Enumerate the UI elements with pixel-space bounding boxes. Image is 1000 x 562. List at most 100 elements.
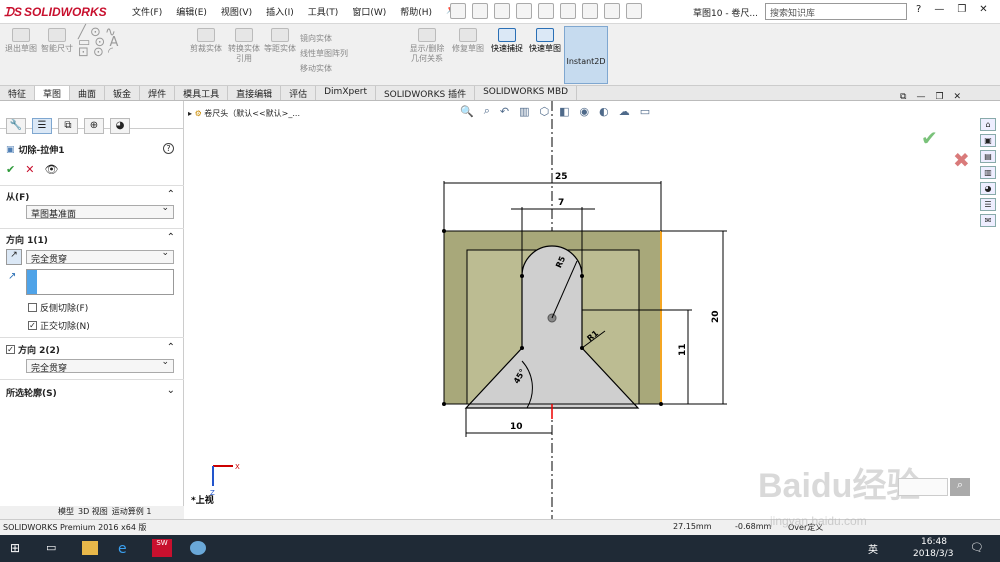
quick-snaps-button[interactable]: 快速捕捉	[490, 28, 524, 54]
normal-cut-checkbox[interactable]: ✓ 正交切除(N)	[28, 319, 90, 332]
menu-window[interactable]: 窗口(W)	[352, 5, 386, 18]
search-input[interactable]: 搜索知识库	[765, 3, 907, 20]
hide-show-icon[interactable]: ◉	[580, 105, 590, 118]
restore-button[interactable]: ❐	[957, 4, 966, 15]
windows-start-icon[interactable]: ⊞	[10, 541, 26, 555]
edge-browser-icon[interactable]: e	[118, 541, 134, 557]
tab-mold-tools[interactable]: 模具工具	[175, 86, 229, 100]
file-explorer-taskbar-icon[interactable]	[82, 541, 98, 555]
from-section-label[interactable]: 从(F)	[6, 190, 29, 203]
tab-dimxpert[interactable]: DimXpert	[316, 86, 376, 100]
dim-7-label[interactable]: 7	[558, 198, 564, 208]
tab-sketch[interactable]: 草图	[35, 86, 71, 100]
sketch-entities-group[interactable]: ╱ ⊙ ∿ ▭ ⊙ A ⊡ ⊙ ◜	[78, 26, 178, 59]
sketch-point[interactable]	[580, 274, 584, 278]
rebuild-icon[interactable]	[582, 3, 598, 19]
sketch-point[interactable]	[442, 402, 446, 406]
property-manager-tab-icon[interactable]: ☰	[32, 118, 52, 134]
previous-view-icon[interactable]: ↶	[500, 105, 509, 118]
watermark-search-icon[interactable]: ⌕	[950, 478, 970, 496]
forum-icon[interactable]: ✉	[980, 214, 996, 227]
tab-surfaces[interactable]: 曲面	[70, 86, 106, 100]
tab-weldments[interactable]: 焊件	[140, 86, 176, 100]
sketch-point[interactable]	[520, 346, 524, 350]
repair-sketch-button[interactable]: 修复草图	[450, 28, 486, 54]
new-document-icon[interactable]	[450, 3, 466, 19]
from-select[interactable]: 草图基准面	[26, 203, 174, 220]
solidworks-taskbar-icon[interactable]: SW	[152, 539, 172, 557]
app-taskbar-icon[interactable]	[190, 541, 206, 555]
resources-icon[interactable]: ▣	[980, 134, 996, 147]
view-settings-icon[interactable]: ▭	[640, 105, 650, 118]
tab-mbd[interactable]: SOLIDWORKS MBD	[475, 86, 578, 100]
dim-20-label[interactable]: 20	[711, 310, 721, 323]
flip-side-cut-checkbox[interactable]: 反侧切除(F)	[28, 301, 88, 314]
tab-evaluate[interactable]: 评估	[281, 86, 317, 100]
file-explorer-icon[interactable]: ▥	[980, 166, 996, 179]
direction1-section-label[interactable]: 方向 1(1)	[6, 233, 48, 246]
smart-dimension-button[interactable]: 智能尺寸	[40, 28, 74, 54]
display-style-icon[interactable]: ◧	[559, 105, 569, 118]
convert-entities-button[interactable]: 转换实体引用	[226, 28, 262, 64]
graphics-area[interactable]: 25 7 R5 R1 20 11 10 45° ✔ ✖ X Z *上视	[185, 101, 978, 519]
ime-indicator[interactable]: 英	[868, 541, 878, 556]
end-condition-select[interactable]: 完全贯穿	[26, 248, 174, 265]
file-properties-icon[interactable]	[604, 3, 620, 19]
expand-contours-chevron-icon[interactable]: ⌄	[167, 385, 175, 396]
display-manager-tab-icon[interactable]: ◕	[110, 118, 130, 134]
sketch-canvas[interactable]: 25 7 R5 R1 20 11 10 45° ✔ ✖ X Z *上视	[185, 101, 978, 519]
close-button[interactable]: ✕	[979, 4, 987, 15]
tab-sheet-metal[interactable]: 钣金	[105, 86, 141, 100]
appearances-icon[interactable]: ◕	[980, 182, 996, 195]
edit-appearance-icon[interactable]: ◐	[599, 105, 609, 118]
viewport-restore-icon[interactable]: ⧉	[900, 92, 906, 102]
dim-25-label[interactable]: 25	[555, 172, 568, 182]
notification-icon[interactable]: 🗨	[970, 541, 984, 554]
direction2-section-header[interactable]: ✓ 方向 2(2)	[6, 343, 60, 356]
tab-direct-editing[interactable]: 直接编辑	[228, 86, 282, 100]
save-icon[interactable]	[494, 3, 510, 19]
task-view-icon[interactable]: ▭	[46, 541, 62, 555]
print-icon[interactable]	[516, 3, 532, 19]
reverse-direction-icon[interactable]: ↗	[6, 249, 22, 265]
tab-motion-study[interactable]: 运动算例 1	[112, 506, 152, 519]
open-icon[interactable]	[472, 3, 488, 19]
select-icon[interactable]	[560, 3, 576, 19]
help-icon[interactable]: ?	[916, 4, 921, 15]
sketch-point[interactable]	[442, 229, 446, 233]
solidworks-logo[interactable]: ᗪS SOLIDWORKS	[4, 4, 107, 20]
menu-edit[interactable]: 编辑(E)	[176, 5, 207, 18]
flyout-feature-tree[interactable]: ▸ ⚙ 卷尺头（默认<<默认>_...	[188, 108, 300, 119]
exit-sketch-button[interactable]: 退出草图	[4, 28, 38, 54]
expand-arrow-icon[interactable]: ▸	[188, 109, 192, 118]
tab-3d-view[interactable]: 3D 视图	[78, 506, 108, 519]
viewport-minimize-icon[interactable]: —	[916, 92, 925, 102]
collapse-direction2-chevron-icon[interactable]: ⌃	[167, 342, 175, 353]
undo-icon[interactable]	[538, 3, 554, 19]
collapse-direction1-chevron-icon[interactable]: ⌃	[167, 232, 175, 243]
instant2d-button[interactable]: Instant2D	[564, 26, 608, 84]
ok-check-icon[interactable]: ✔	[6, 163, 15, 176]
watermark-search-field[interactable]	[898, 478, 948, 496]
tab-model[interactable]: 模型	[58, 506, 74, 519]
menu-file[interactable]: 文件(F)	[132, 5, 162, 18]
dim-10-label[interactable]: 10	[510, 422, 523, 432]
flip-side-cut-box[interactable]	[28, 303, 37, 312]
direction-vector-field[interactable]	[26, 269, 174, 295]
help-icon[interactable]: ?	[163, 143, 174, 154]
home-icon[interactable]: ⌂	[980, 118, 996, 131]
viewport-maximize-icon[interactable]: ❐	[935, 92, 943, 102]
confirm-sketch-check-icon[interactable]: ✔	[921, 126, 938, 150]
sketch-point[interactable]	[659, 402, 663, 406]
design-library-icon[interactable]: ▤	[980, 150, 996, 163]
clock-time[interactable]: 16:48	[921, 537, 947, 547]
display-relations-button[interactable]: 显示/删除几何关系	[406, 28, 448, 64]
custom-properties-icon[interactable]: ☰	[980, 198, 996, 211]
offset-entities-button[interactable]: 等距实体	[262, 28, 298, 54]
dimxpert-tab-icon[interactable]: ⊕	[84, 118, 104, 134]
menu-help[interactable]: 帮助(H)	[400, 5, 432, 18]
menu-insert[interactable]: 插入(I)	[266, 5, 294, 18]
sketch-point[interactable]	[580, 346, 584, 350]
zoom-area-icon[interactable]: ⌕	[484, 104, 490, 118]
tab-features[interactable]: 特征	[0, 86, 36, 100]
